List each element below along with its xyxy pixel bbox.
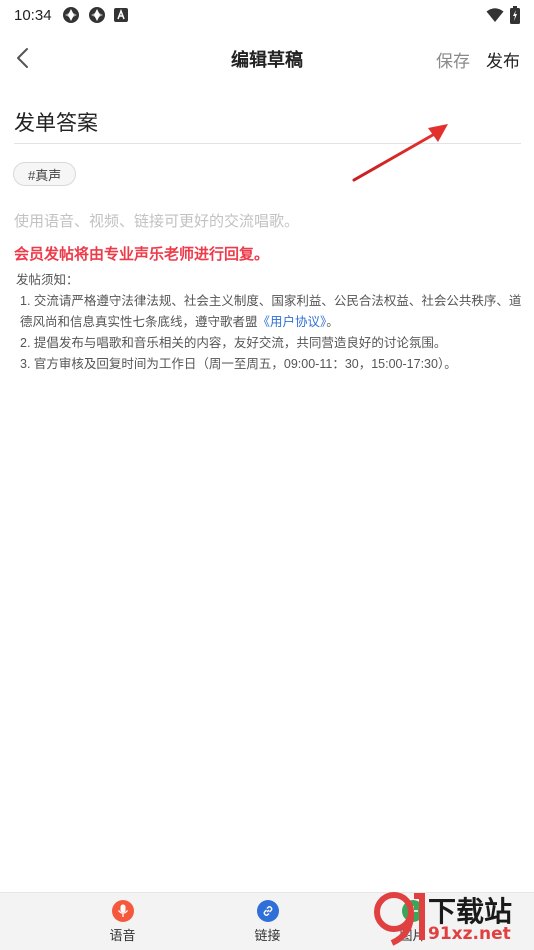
header: 编辑草稿 保存 发布	[0, 36, 534, 80]
status-bar: 10:34	[0, 0, 534, 30]
member-notice: 会员发帖将由专业声乐老师进行回复。	[14, 246, 270, 263]
publish-button[interactable]: 发布	[486, 47, 520, 72]
post-content-input[interactable]	[14, 206, 521, 236]
image-tool-label: 图片	[399, 927, 426, 943]
wifi-icon	[486, 8, 504, 22]
posting-rules: 发帖须知： 1. 交流请严格遵守法律法规、社会主义制度、国家利益、公民合法权益、…	[16, 270, 524, 375]
link-icon	[256, 899, 279, 922]
battery-charging-icon	[510, 6, 520, 24]
image-icon	[401, 899, 424, 922]
rules-heading: 发帖须知：	[16, 273, 79, 287]
save-button[interactable]: 保存	[436, 47, 470, 72]
rule-item: 2. 提倡发布与唱歌和音乐相关的内容，友好交流，共同营造良好的讨论氛围。	[20, 336, 447, 350]
status-icons-right	[486, 6, 520, 24]
link-tool-label: 链接	[254, 927, 281, 943]
microphone-icon	[111, 899, 134, 922]
bottom-toolbar: 语音 链接 图片	[0, 892, 534, 950]
rule-item: 1. 交流请严格遵守法律法规、社会主义制度、国家利益、公民合法权益、社会公共秩序…	[16, 291, 524, 333]
status-time: 10:34	[14, 6, 52, 24]
text-app-icon	[113, 8, 128, 22]
rule-text: 。	[326, 315, 339, 329]
app-notification-icon	[62, 7, 79, 23]
rule-item: 3. 官方审核及回复时间为工作日（周一至周五，09:00-11：30，15:00…	[20, 357, 457, 371]
post-title-input[interactable]	[14, 100, 521, 144]
image-tool-button[interactable]: 图片	[340, 893, 485, 950]
voice-tool-button[interactable]: 语音	[50, 893, 195, 950]
app-notification-icon	[88, 7, 105, 23]
user-agreement-link[interactable]: 《用户协议》	[258, 315, 327, 329]
link-tool-button[interactable]: 链接	[195, 893, 340, 950]
voice-tool-label: 语音	[109, 927, 136, 943]
topic-tag-chip[interactable]: #真声	[13, 162, 77, 186]
status-icons-left	[62, 6, 128, 24]
